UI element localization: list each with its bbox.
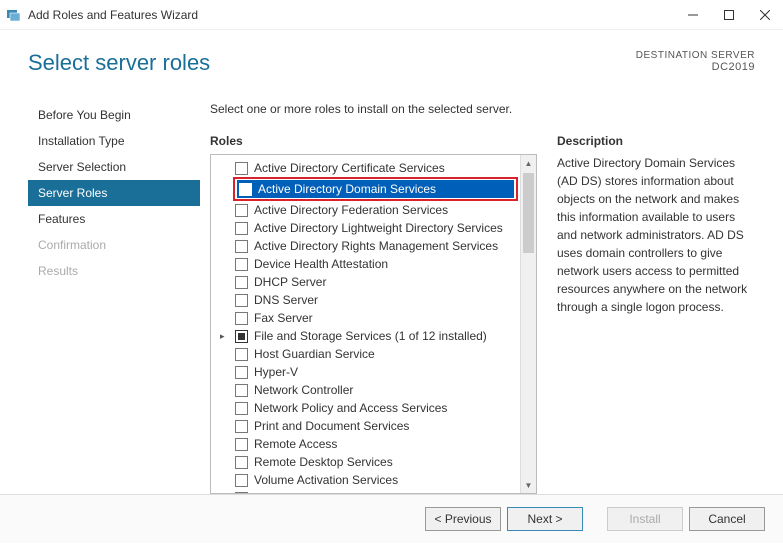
scroll-thumb[interactable] [523, 173, 534, 253]
nav-item: Results [28, 258, 200, 284]
scroll-up-icon[interactable]: ▲ [521, 155, 536, 171]
scroll-down-icon[interactable]: ▼ [521, 477, 536, 493]
checkbox-icon[interactable] [235, 330, 248, 343]
destination-server: DC2019 [636, 61, 755, 73]
role-row[interactable]: Fax Server [211, 309, 520, 327]
role-label: Active Directory Federation Services [254, 202, 448, 218]
role-row[interactable]: Print and Document Services [211, 417, 520, 435]
nav-item: Confirmation [28, 232, 200, 258]
checkbox-icon[interactable] [235, 294, 248, 307]
role-label: Print and Document Services [254, 418, 409, 434]
role-row[interactable]: Volume Activation Services [211, 471, 520, 489]
minimize-button[interactable] [675, 0, 711, 30]
checkbox-icon[interactable] [239, 183, 252, 196]
role-label: Host Guardian Service [254, 346, 375, 362]
checkbox-icon[interactable] [235, 312, 248, 325]
nav-item[interactable]: Installation Type [28, 128, 200, 154]
role-row[interactable]: Active Directory Rights Management Servi… [211, 237, 520, 255]
checkbox-icon[interactable] [235, 420, 248, 433]
checkbox-icon[interactable] [235, 258, 248, 271]
role-row[interactable]: Web Server (IIS) [211, 489, 520, 493]
checkbox-icon[interactable] [235, 348, 248, 361]
nav-item[interactable]: Features [28, 206, 200, 232]
cancel-button[interactable]: Cancel [689, 507, 765, 531]
checkbox-icon[interactable] [235, 384, 248, 397]
checkbox-icon[interactable] [235, 222, 248, 235]
role-row[interactable]: Network Policy and Access Services [211, 399, 520, 417]
roles-listbox: Active Directory Certificate Services Act… [210, 154, 537, 494]
role-label: Network Controller [254, 382, 353, 398]
checkbox-icon[interactable] [235, 474, 248, 487]
role-row[interactable]: DNS Server [211, 291, 520, 309]
nav-item[interactable]: Server Roles [28, 180, 200, 206]
role-label: Remote Access [254, 436, 337, 452]
role-row[interactable]: Active Directory Lightweight Directory S… [211, 219, 520, 237]
title-bar: Add Roles and Features Wizard [0, 0, 783, 30]
nav-item[interactable]: Server Selection [28, 154, 200, 180]
role-row[interactable]: Remote Desktop Services [211, 453, 520, 471]
checkbox-icon[interactable] [235, 438, 248, 451]
role-label: Active Directory Lightweight Directory S… [254, 220, 503, 236]
role-row[interactable]: Device Health Attestation [211, 255, 520, 273]
role-label: Volume Activation Services [254, 472, 398, 488]
role-label: Fax Server [254, 310, 313, 326]
role-row[interactable]: Hyper-V [211, 363, 520, 381]
checkbox-icon[interactable] [235, 492, 248, 494]
checkbox-icon[interactable] [235, 276, 248, 289]
previous-button[interactable]: < Previous [425, 507, 501, 531]
next-button[interactable]: Next > [507, 507, 583, 531]
highlight-box: Active Directory Domain Services [233, 177, 518, 201]
header: Select server roles DESTINATION SERVER D… [0, 30, 783, 86]
role-label: File and Storage Services (1 of 12 insta… [254, 328, 487, 344]
role-label: Active Directory Domain Services [258, 181, 436, 197]
role-row[interactable]: Active Directory Federation Services [211, 201, 520, 219]
scrollbar[interactable]: ▲ ▼ [520, 155, 536, 493]
description-label: Description [557, 134, 757, 148]
destination-block: DESTINATION SERVER DC2019 [636, 50, 755, 73]
maximize-button[interactable] [711, 0, 747, 30]
intro-text: Select one or more roles to install on t… [210, 102, 757, 116]
window-title: Add Roles and Features Wizard [28, 8, 675, 22]
role-label: Active Directory Rights Management Servi… [254, 238, 498, 254]
checkbox-icon[interactable] [235, 456, 248, 469]
footer: < Previous Next > Install Cancel [0, 494, 783, 543]
role-label: DHCP Server [254, 274, 326, 290]
checkbox-icon[interactable] [235, 366, 248, 379]
description-text: Active Directory Domain Services (AD DS)… [557, 154, 757, 316]
role-row[interactable]: Active Directory Certificate Services [211, 159, 520, 177]
checkbox-icon[interactable] [235, 402, 248, 415]
role-row[interactable]: DHCP Server [211, 273, 520, 291]
role-row[interactable]: File and Storage Services (1 of 12 insta… [211, 327, 520, 345]
nav-item[interactable]: Before You Begin [28, 102, 200, 128]
role-row[interactable]: Remote Access [211, 435, 520, 453]
destination-label: DESTINATION SERVER [636, 50, 755, 61]
role-row[interactable]: Network Controller [211, 381, 520, 399]
role-label: DNS Server [254, 292, 318, 308]
nav-sidebar: Before You BeginInstallation TypeServer … [28, 86, 200, 494]
page-title: Select server roles [28, 50, 636, 76]
role-row[interactable]: Host Guardian Service [211, 345, 520, 363]
roles-list[interactable]: Active Directory Certificate Services Act… [211, 155, 520, 493]
role-label: Web Server (IIS) [254, 490, 343, 493]
role-label: Active Directory Certificate Services [254, 160, 445, 176]
role-label: Device Health Attestation [254, 256, 388, 272]
close-button[interactable] [747, 0, 783, 30]
role-row[interactable]: Active Directory Domain Services [237, 180, 514, 198]
install-button: Install [607, 507, 683, 531]
role-label: Network Policy and Access Services [254, 400, 447, 416]
app-icon [6, 7, 22, 23]
role-label: Remote Desktop Services [254, 454, 393, 470]
checkbox-icon[interactable] [235, 162, 248, 175]
roles-label: Roles [210, 134, 537, 148]
checkbox-icon[interactable] [235, 240, 248, 253]
checkbox-icon[interactable] [235, 204, 248, 217]
role-label: Hyper-V [254, 364, 298, 380]
